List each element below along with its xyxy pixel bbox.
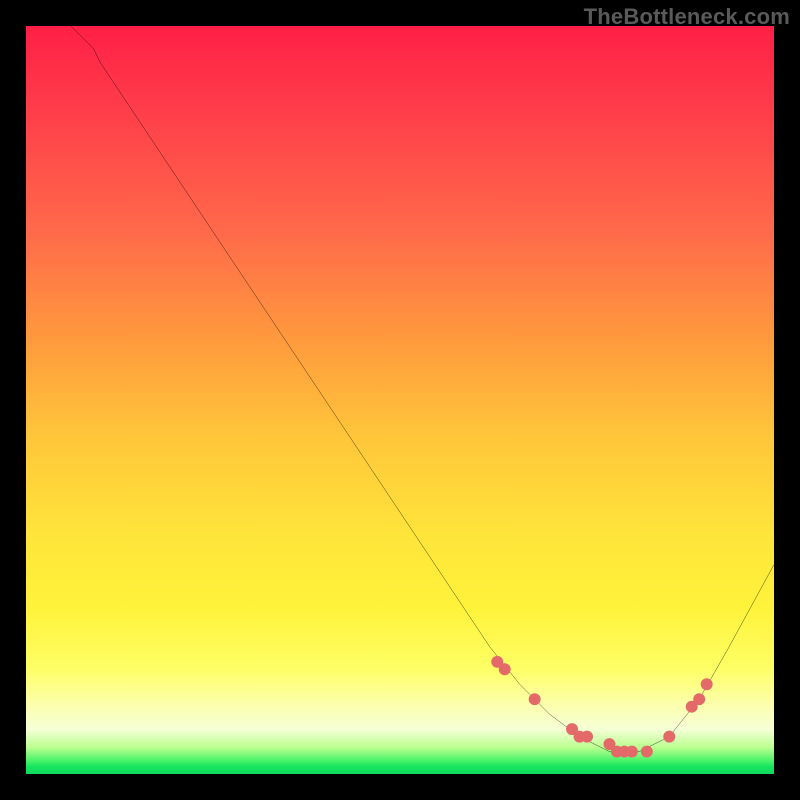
marker-group: [491, 656, 712, 758]
marker-dot: [693, 693, 705, 705]
marker-dot: [641, 746, 653, 758]
chart-container: TheBottleneck.com: [0, 0, 800, 800]
watermark-text: TheBottleneck.com: [584, 4, 790, 30]
plot-area: [26, 26, 774, 774]
marker-dot: [701, 678, 713, 690]
marker-dot: [499, 663, 511, 675]
marker-dot: [663, 731, 675, 743]
bottleneck-curve: [71, 26, 774, 752]
chart-svg: [26, 26, 774, 774]
marker-dot: [529, 693, 541, 705]
marker-dot: [581, 731, 593, 743]
marker-dot: [626, 746, 638, 758]
